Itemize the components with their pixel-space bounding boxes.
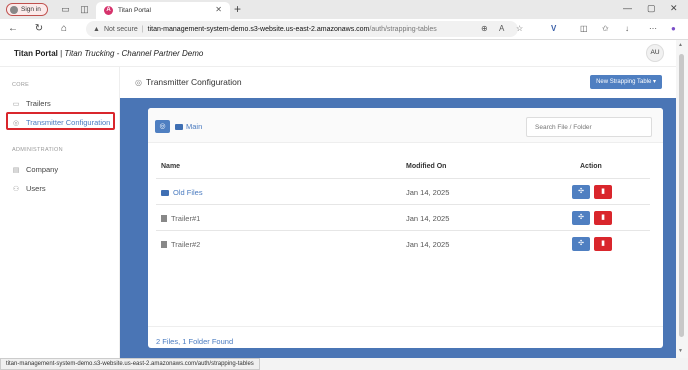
scrollbar-thumb[interactable] [679, 54, 684, 337]
warning-icon: ▲ [93, 25, 100, 33]
row-name-text: Trailer#2 [171, 240, 201, 249]
row-modified: Jan 14, 2025 [406, 214, 450, 223]
sidebar-item-users[interactable]: ⚇ Users [12, 184, 46, 193]
url-host: titan-management-system-demo.s3-website.… [147, 25, 370, 33]
new-tab-button[interactable]: + [234, 2, 241, 16]
table-row: Old Files Jan 14, 2025 ✣ ▮ [156, 178, 650, 204]
row-name-text: Trailer#1 [171, 214, 201, 223]
browser-tab-bar: Sign in ▭ ◫ A Titan Portal ✕ + — ▢ ✕ [0, 0, 688, 19]
column-header-action: Action [580, 163, 602, 170]
row-name[interactable]: Old Files [161, 188, 203, 197]
delete-button[interactable]: ▮ [594, 185, 612, 199]
folder-icon [175, 123, 183, 130]
column-header-name: Name [161, 163, 181, 170]
file-icon [161, 215, 167, 222]
more-menu-icon[interactable]: ⋯ [649, 24, 657, 33]
breadcrumb: ◎ Main [148, 108, 663, 143]
sidebar-item-label: Company [26, 165, 59, 174]
move-button[interactable]: ✣ [572, 185, 590, 199]
profile-icon [10, 5, 18, 14]
file-icon [161, 241, 167, 248]
avatar[interactable]: AU [646, 44, 664, 62]
page-title-bar: ◎ Transmitter Configuration New Strapping… [120, 67, 676, 98]
sidebar-item-trailers[interactable]: ▭ Trailers [12, 99, 51, 108]
back-button[interactable]: ← [7, 23, 19, 34]
brand-name: Titan Portal [14, 49, 58, 58]
row-modified: Jan 14, 2025 [406, 188, 450, 197]
maximize-button[interactable]: ▢ [647, 3, 656, 14]
refresh-button[interactable]: ↻ [33, 23, 45, 34]
row-name[interactable]: Trailer#1 [161, 214, 200, 223]
extension-icon[interactable]: V [551, 24, 556, 33]
scrollbar[interactable]: ▲ ▼ [676, 40, 688, 358]
sidebar: CORE ▭ Trailers ◎ Transmitter Configuratio… [0, 67, 120, 358]
sidebar-heading-administration: ADMINISTRATION [12, 147, 63, 153]
sidebar-item-transmitter-configuration[interactable]: ◎ Transmitter Configuration [12, 118, 110, 127]
new-strapping-table-button[interactable]: New Strapping Table ▾ [590, 75, 662, 89]
column-header-modified: Modified On [406, 163, 447, 170]
scroll-down-icon[interactable]: ▼ [678, 348, 683, 354]
sidebar-heading-core: CORE [12, 82, 30, 88]
building-icon: ▤ [12, 166, 20, 174]
address-bar[interactable]: ▲ Not secure | titan-management-system-d… [86, 21, 518, 37]
scroll-up-icon[interactable]: ▲ [678, 42, 683, 48]
app-header: Titan Portal | Titan Trucking - Channel … [0, 40, 676, 67]
file-browser-card: ◎ Main Name Modified On Action Old Files… [148, 108, 663, 348]
file-count-summary: 2 Files, 1 Folder Found [156, 337, 234, 346]
read-aloud-icon[interactable]: A [499, 24, 504, 33]
content-panel: ◎ Main Name Modified On Action Old Files… [120, 98, 676, 358]
table-row: Trailer#1 Jan 14, 2025 ✣ ▮ [156, 204, 650, 230]
move-button[interactable]: ✣ [572, 237, 590, 251]
collections-icon[interactable]: ▭ [60, 4, 71, 15]
signin-label: Sign in [21, 6, 41, 13]
row-modified: Jan 14, 2025 [406, 240, 450, 249]
url-separator: | [141, 25, 144, 33]
titan-favicon-icon: A [104, 6, 113, 15]
breadcrumb-main[interactable]: Main [175, 122, 202, 131]
search-input[interactable] [526, 117, 652, 137]
signin-button[interactable]: Sign in [6, 3, 48, 16]
table-row: Trailer#2 Jan 14, 2025 ✣ ▮ [156, 230, 650, 256]
url-path: /auth/strapping-tables [369, 25, 437, 33]
home-button[interactable]: ⌂ [58, 23, 70, 34]
truck-icon: ▭ [12, 100, 20, 108]
delete-button[interactable]: ▮ [594, 237, 612, 251]
downloads-icon[interactable]: ↓ [625, 24, 629, 33]
tab-title: Titan Portal [118, 7, 151, 14]
users-icon: ⚇ [12, 185, 20, 193]
sidebar-item-label: Transmitter Configuration [26, 118, 111, 127]
root-button[interactable]: ◎ [155, 120, 170, 133]
gear-icon: ◎ [12, 119, 20, 127]
sidebar-item-label: Trailers [26, 99, 51, 108]
folder-icon [161, 189, 169, 196]
minimize-button[interactable]: — [623, 3, 632, 13]
page-title-text: Transmitter Configuration [145, 77, 242, 87]
browser-tab[interactable]: A Titan Portal ✕ [96, 2, 230, 19]
close-window-button[interactable]: ✕ [670, 3, 678, 14]
move-button[interactable]: ✣ [572, 211, 590, 225]
delete-button[interactable]: ▮ [594, 211, 612, 225]
tab-close-icon[interactable]: ✕ [215, 5, 222, 14]
tab-actions-icon[interactable]: ◫ [79, 4, 90, 15]
row-name-text: Old Files [173, 188, 203, 197]
page-title: ◎ Transmitter Configuration [135, 77, 242, 87]
copilot-icon[interactable]: ● [671, 24, 676, 33]
split-screen-icon[interactable]: ◫ [580, 24, 588, 33]
breadcrumb-label: Main [186, 122, 203, 131]
favorite-icon[interactable]: ☆ [516, 24, 523, 33]
not-secure-label: Not secure [103, 25, 138, 33]
gear-icon: ◎ [135, 77, 142, 87]
brand-subtitle: Titan Trucking - Channel Partner Demo [64, 49, 204, 58]
main-content: ◎ Transmitter Configuration New Strapping… [120, 67, 676, 358]
brand-title: Titan Portal | Titan Trucking - Channel … [14, 49, 203, 58]
app-window: Titan Portal | Titan Trucking - Channel … [0, 40, 676, 358]
favorites-bar-icon[interactable]: ✩ [602, 24, 609, 33]
sidebar-item-label: Users [26, 184, 46, 193]
row-name[interactable]: Trailer#2 [161, 240, 200, 249]
status-url: titan-management-system-demo.s3-website.… [0, 358, 260, 370]
sidebar-item-company[interactable]: ▤ Company [12, 165, 58, 174]
browser-toolbar: ← ↻ ⌂ ▲ Not secure | titan-management-sy… [0, 19, 688, 40]
zoom-icon[interactable]: ⊕ [481, 24, 488, 33]
